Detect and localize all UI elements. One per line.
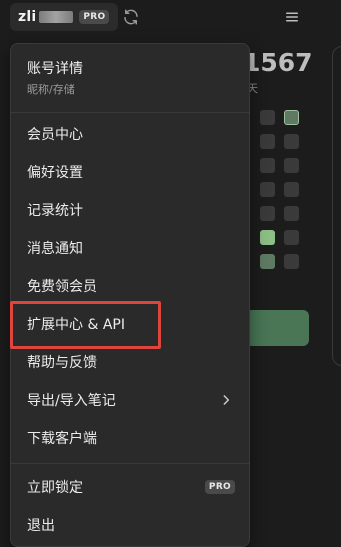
menu-item-label: 偏好设置 bbox=[27, 165, 83, 181]
menu-item-preferences[interactable]: 偏好设置 bbox=[11, 153, 249, 191]
heatmap-cell bbox=[284, 134, 299, 149]
menu-item-notifications[interactable]: 消息通知 bbox=[11, 229, 249, 267]
menu-item-label: 记录统计 bbox=[27, 203, 83, 219]
menu-item-download-client[interactable]: 下载客户端 bbox=[11, 419, 249, 457]
hamburger-menu-icon[interactable] bbox=[283, 8, 301, 26]
refresh-icon[interactable] bbox=[122, 8, 140, 26]
pro-badge: PRO bbox=[79, 10, 110, 24]
menu-item-label: 帮助与反馈 bbox=[27, 355, 97, 371]
menu-item-label: 下载客户端 bbox=[27, 431, 97, 447]
user-chip[interactable]: zli PRO bbox=[10, 3, 118, 31]
chevron-right-icon bbox=[223, 395, 230, 405]
menu-item-statistics[interactable]: 记录统计 bbox=[11, 191, 249, 229]
menu-item-label: 免费领会员 bbox=[27, 279, 97, 295]
redacted-username bbox=[39, 11, 74, 23]
heatmap-cell bbox=[284, 182, 299, 197]
menu-item-label: 导出/导入笔记 bbox=[27, 393, 116, 409]
menu-item-free-membership[interactable]: 免费领会员 bbox=[11, 267, 249, 305]
heatmap-cell bbox=[284, 230, 299, 245]
heatmap-cell bbox=[284, 158, 299, 173]
menu-item-logout[interactable]: 退出 bbox=[11, 506, 249, 544]
menu-item-label: 会员中心 bbox=[27, 127, 83, 143]
menu-item-export-import[interactable]: 导出/导入笔记 bbox=[11, 381, 249, 419]
heatmap-cell bbox=[260, 158, 275, 173]
background-green-button bbox=[240, 310, 309, 346]
divider bbox=[11, 112, 249, 113]
divider bbox=[11, 463, 249, 464]
pro-badge: PRO bbox=[204, 480, 235, 494]
heatmap-cell bbox=[260, 254, 275, 269]
menu-item-lock-now[interactable]: 立即锁定 PRO bbox=[11, 468, 249, 506]
account-details-item[interactable]: 账号详情 昵称/存储 bbox=[11, 44, 249, 106]
account-details-subtitle: 昵称/存储 bbox=[27, 83, 75, 96]
menu-item-label: 立即锁定 bbox=[27, 480, 83, 496]
heatmap-cell bbox=[284, 110, 299, 125]
background-card bbox=[332, 46, 341, 366]
heatmap-cell bbox=[260, 110, 275, 125]
menu-item-label: 退出 bbox=[27, 518, 55, 534]
menu-item-label: 消息通知 bbox=[27, 241, 83, 257]
heatmap-cell bbox=[260, 206, 275, 221]
heatmap-cell bbox=[260, 182, 275, 197]
account-details-title: 账号详情 bbox=[27, 61, 83, 77]
background-stat-number: 1567 bbox=[243, 48, 313, 77]
heatmap-cell bbox=[284, 206, 299, 221]
username: zli bbox=[18, 9, 37, 25]
heatmap-cell bbox=[284, 254, 299, 269]
highlight-annotation bbox=[10, 301, 161, 349]
menu-item-membership[interactable]: 会员中心 bbox=[11, 115, 249, 153]
heatmap-cell bbox=[260, 134, 275, 149]
user-dropdown-menu: 账号详情 昵称/存储 会员中心 偏好设置 记录统计 消息通知 免费领会员 扩展中… bbox=[10, 43, 250, 547]
top-bar: zli PRO bbox=[0, 0, 341, 36]
heatmap-cell bbox=[260, 230, 275, 245]
